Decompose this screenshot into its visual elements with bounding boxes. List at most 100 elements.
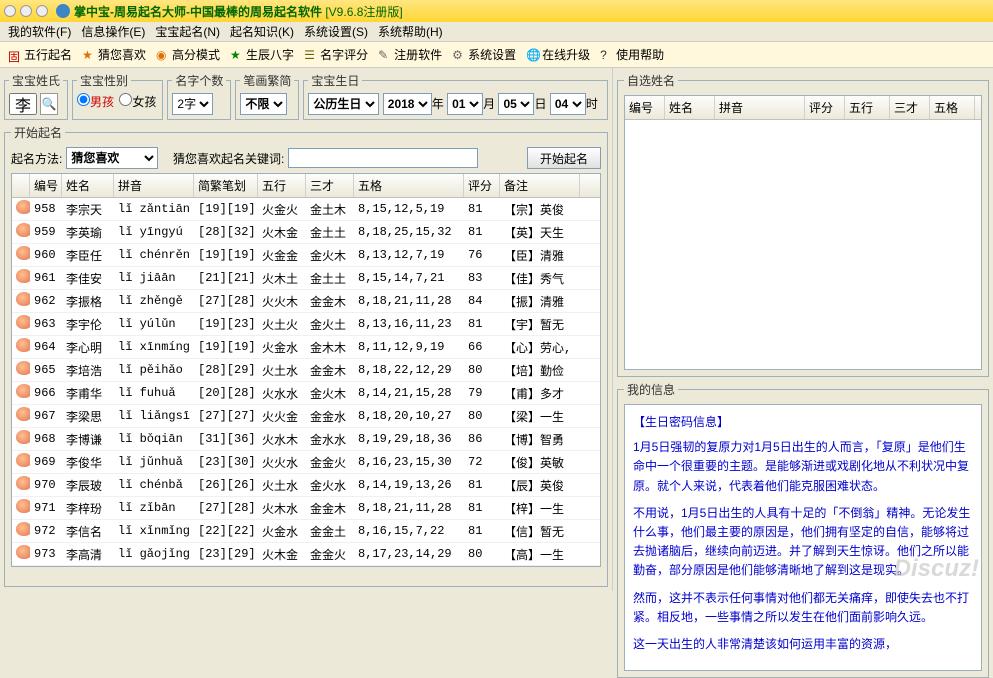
fav-col-3[interactable]: 评分	[805, 96, 845, 119]
table-row[interactable]: 974李维鸿lǐ wěihónɡ[29][38]火土水金木木8,21,31,18…	[12, 566, 600, 567]
col-header-5[interactable]: 三才	[306, 174, 354, 197]
toolbar-label-7: 在线升级	[542, 46, 590, 63]
toolbar-btn-8[interactable]: ?使用帮助	[596, 44, 668, 65]
fav-col-2[interactable]: 拼音	[715, 96, 805, 119]
toolbar-btn-1[interactable]: ★猜您喜欢	[78, 44, 150, 65]
female-radio-input[interactable]	[119, 93, 132, 106]
cell: [27][28]	[194, 499, 258, 517]
table-row[interactable]: 961李佳安lǐ jiāān[21][21]火木土金土土8,15,14,7,21…	[12, 267, 600, 290]
win-btn-3[interactable]	[36, 5, 48, 17]
toolbar-icon-3: ★	[230, 48, 244, 62]
keyword-input[interactable]	[288, 148, 478, 168]
cell: 8,15,12,5,19	[354, 200, 464, 218]
cell: 961	[30, 269, 62, 287]
table-row[interactable]: 969李俊华lǐ jǔnhuǎ[23][30]火火水金金火8,16,23,15,…	[12, 451, 600, 474]
cell: 8,18,21,11,28	[354, 292, 464, 310]
table-row[interactable]: 958李宗天lǐ zǎntiān[19][19]火金火金土木8,15,12,5,…	[12, 198, 600, 221]
cell: 81	[464, 476, 500, 494]
col-header-4[interactable]: 五行	[258, 174, 306, 197]
menu-item-5[interactable]: 系统帮助(H)	[374, 22, 447, 41]
start-button[interactable]: 开始起名	[527, 147, 601, 169]
cell: 8,16,23,15,30	[354, 453, 464, 471]
surname-input[interactable]	[9, 93, 37, 115]
col-header-0[interactable]: 编号	[30, 174, 62, 197]
toolbar-btn-7[interactable]: 🌐在线升级	[522, 44, 594, 65]
cell: 81	[464, 223, 500, 241]
year-select[interactable]: 2018	[383, 93, 432, 115]
table-row[interactable]: 963李宇伦lǐ yúlǔn[19][23]火土火金火土8,13,16,11,2…	[12, 313, 600, 336]
male-radio-input[interactable]	[77, 93, 90, 106]
surname-legend: 宝宝姓氏	[9, 72, 63, 89]
table-row[interactable]: 959李英瑜lǐ yīnɡyú[28][32]火木金金土土8,18,25,15,…	[12, 221, 600, 244]
toolbar-btn-0[interactable]: 固五行起名	[4, 44, 76, 65]
fav-col-1[interactable]: 姓名	[665, 96, 715, 119]
female-radio[interactable]: 女孩	[119, 95, 156, 109]
cell: 969	[30, 453, 62, 471]
toolbar-btn-5[interactable]: ✎注册软件	[374, 44, 446, 65]
cell: 964	[30, 338, 62, 356]
toolbar-btn-2[interactable]: ◉高分模式	[152, 44, 224, 65]
col-header-8[interactable]: 备注	[500, 174, 580, 197]
table-row[interactable]: 966李甫华lǐ fuhuǎ[20][28]火水水金火木8,14,21,15,2…	[12, 382, 600, 405]
table-row[interactable]: 964李心明lǐ xīnmínɡ[19][19]火金水金木木8,11,12,9,…	[12, 336, 600, 359]
table-row[interactable]: 967李梁思lǐ liǎnɡsī[27][27]火火金金金水8,18,20,10…	[12, 405, 600, 428]
info-box[interactable]: 【生日密码信息】 1月5日强韧的复原力对1月5日出生的人而言，「复原」是他们生命…	[624, 404, 982, 671]
menu-item-1[interactable]: 信息操作(E)	[77, 22, 149, 41]
win-btn-2[interactable]	[20, 5, 32, 17]
menu-item-2[interactable]: 宝宝起名(N)	[151, 22, 224, 41]
col-header-1[interactable]: 姓名	[62, 174, 114, 197]
calendar-select[interactable]: 公历生日	[308, 93, 379, 115]
col-header-2[interactable]: 拼音	[114, 174, 194, 197]
toolbar-btn-3[interactable]: ★生辰八字	[226, 44, 298, 65]
app-title: 掌中宝-周易起名大师-中国最棒的周易起名软件	[74, 3, 322, 20]
favorites-table[interactable]: 编号姓名拼音评分五行三才五格	[624, 95, 982, 370]
toolbar-icon-4: ☰	[304, 48, 318, 62]
hour-select[interactable]: 04	[550, 93, 586, 115]
table-row[interactable]: 962李振格lǐ zhěnɡě[27][28]火火木金金木8,18,21,11,…	[12, 290, 600, 313]
cell: 76	[464, 246, 500, 264]
col-header-6[interactable]: 五格	[354, 174, 464, 197]
fav-col-6[interactable]: 五格	[930, 96, 975, 119]
cell: [27][27]	[194, 407, 258, 425]
table-row[interactable]: 970李辰玻lǐ chénbǎ[26][26]火土水金火水8,14,19,13,…	[12, 474, 600, 497]
cell: 【宇】暂无	[500, 314, 580, 335]
table-row[interactable]: 965李培浩lǐ pěihǎo[28][29]火土水金金木8,18,22,12,…	[12, 359, 600, 382]
menu-item-3[interactable]: 起名知识(K)	[226, 22, 298, 41]
menu-item-0[interactable]: 我的软件(F)	[4, 22, 75, 41]
toolbar-label-3: 生辰八字	[246, 46, 294, 63]
app-icon	[56, 4, 70, 18]
col-header-7[interactable]: 评分	[464, 174, 500, 197]
fav-col-5[interactable]: 三才	[890, 96, 930, 119]
fav-col-4[interactable]: 五行	[845, 96, 890, 119]
cell	[12, 543, 30, 565]
table-row[interactable]: 968李博谦lǐ bǒqiān[31][36]火水木金水水8,19,29,18,…	[12, 428, 600, 451]
stroke-select[interactable]: 不限	[240, 93, 287, 115]
fav-col-0[interactable]: 编号	[625, 96, 665, 119]
table-row[interactable]: 972李信名lǐ xǐnmǐnɡ[22][22]火金水金金土8,16,15,7,…	[12, 520, 600, 543]
count-fieldset: 名字个数 2字	[167, 72, 231, 120]
table-row[interactable]: 971李梓玢lǐ zǐbān[27][28]火木水金金木8,18,21,11,2…	[12, 497, 600, 520]
male-radio[interactable]: 男孩	[77, 95, 114, 109]
table-row[interactable]: 960李臣任lǐ chénrěn[19][19]火金金金火木8,13,12,7,…	[12, 244, 600, 267]
table-row[interactable]: 973李高清lǐ ɡǎojǐnɡ[23][29]火木金金金火8,17,23,14…	[12, 543, 600, 566]
count-select[interactable]: 2字	[172, 93, 213, 115]
menu-item-4[interactable]: 系统设置(S)	[300, 22, 372, 41]
cell: 金木木	[306, 567, 354, 568]
search-icon[interactable]: 🔍	[40, 93, 58, 115]
app-version: [V9.6.8注册版]	[325, 3, 402, 20]
info-title: 【生日密码信息】	[633, 413, 973, 432]
cell: 火土火	[258, 314, 306, 335]
method-select[interactable]: 猜您喜欢	[66, 147, 158, 169]
toolbar-icon-5: ✎	[378, 48, 392, 62]
cell: 【信】暂无	[500, 521, 580, 542]
day-select[interactable]: 05	[498, 93, 534, 115]
cell	[12, 267, 30, 289]
toolbar-icon-7: 🌐	[526, 48, 540, 62]
toolbar-btn-6[interactable]: ⚙系统设置	[448, 44, 520, 65]
info-p2: 不用说，1月5日出生的人具有十足的「不倒翁」精神。无论发生什么事，他们最主要的原…	[633, 504, 973, 581]
win-btn-1[interactable]	[4, 5, 16, 17]
col-header-3[interactable]: 简繁笔划	[194, 174, 258, 197]
month-select[interactable]: 01	[447, 93, 483, 115]
results-table[interactable]: 编号姓名拼音简繁笔划五行三才五格评分备注 958李宗天lǐ zǎntiān[19…	[11, 173, 601, 567]
toolbar-btn-4[interactable]: ☰名字评分	[300, 44, 372, 65]
